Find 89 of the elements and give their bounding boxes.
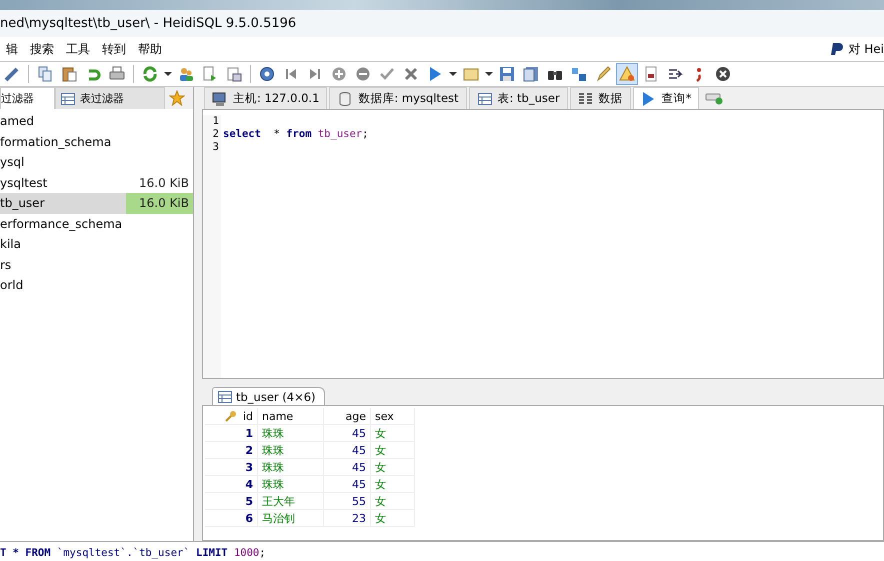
- menu-item[interactable]: 转到: [96, 40, 132, 58]
- pencil-icon: [595, 66, 611, 82]
- stop-icon: [715, 66, 731, 82]
- table-cell: 马治钊: [258, 510, 324, 526]
- table-cell: 女: [370, 442, 414, 458]
- donate-button[interactable]: 对 Hei: [826, 40, 884, 58]
- tab[interactable]: 查询*: [632, 87, 700, 109]
- menu-item[interactable]: 帮助: [132, 40, 168, 58]
- table-cell: 女: [370, 476, 414, 492]
- save-icon: [499, 66, 515, 82]
- warning-icon: [619, 66, 635, 82]
- table-cell: 45: [324, 424, 370, 442]
- table-cell: 4: [205, 476, 258, 492]
- new-tab-icon: [705, 91, 724, 105]
- tree-item[interactable]: ysql: [0, 152, 193, 172]
- code-line: select * from tb_user;: [223, 128, 370, 141]
- refresh-icon: [142, 66, 158, 82]
- data-grid-icon: [578, 90, 594, 106]
- printer-icon: [109, 66, 125, 82]
- column-header[interactable]: name: [258, 408, 324, 424]
- table-cell: 5: [205, 492, 258, 510]
- table-cell: 珠珠: [258, 424, 324, 442]
- export-icon: [202, 66, 218, 82]
- table-cell: 珠珠: [258, 458, 324, 476]
- table-cell: 23: [324, 510, 370, 526]
- tree-item[interactable]: ysqltest 16.0 KiB: [0, 172, 193, 193]
- tree-item[interactable]: rs: [0, 254, 193, 275]
- database-icon: [337, 90, 354, 106]
- sql-editor[interactable]: 1 2 3 select * from tb_user;: [202, 109, 884, 379]
- tab[interactable]: 表: tb_user: [468, 87, 568, 109]
- copy-icon: [37, 66, 53, 82]
- table-cell: 2: [205, 442, 258, 458]
- cancel-icon: [403, 66, 419, 82]
- table-cell: 3: [205, 458, 258, 476]
- tree-item[interactable]: amed: [0, 111, 193, 132]
- menu-item[interactable]: 工具: [60, 40, 96, 58]
- folder-icon: [463, 66, 479, 82]
- key-icon: [224, 410, 237, 422]
- table-cell: 45: [324, 458, 370, 476]
- users-icon: [178, 66, 194, 82]
- p-logo-icon: [830, 42, 844, 56]
- column-header[interactable]: sex: [370, 408, 414, 424]
- add-icon: [331, 66, 347, 82]
- last-record-icon: [307, 66, 323, 82]
- check-icon: [379, 66, 395, 82]
- table-cell: 珠珠: [258, 476, 324, 492]
- filter-tab[interactable]: 过滤器: [0, 87, 55, 109]
- table-icon: [60, 90, 76, 106]
- tree-item[interactable]: orld: [0, 275, 193, 296]
- tab[interactable]: 数据: [570, 87, 631, 109]
- tree-item[interactable]: formation_schema: [0, 132, 193, 152]
- tree-item[interactable]: kila: [0, 234, 193, 254]
- line-number: 3: [212, 141, 219, 154]
- sql-log-line: T * FROM `mysqltest`.`tb_user` LIMIT 1000;: [0, 546, 266, 558]
- help-icon: [259, 66, 275, 82]
- save-as-icon: [523, 66, 539, 82]
- window-title: ned\mysqltest\tb_user\ - HeidiSQL 9.5.0.5196: [0, 16, 296, 31]
- line-number: 1: [212, 115, 219, 128]
- table-cell: 45: [324, 476, 370, 492]
- menu-item[interactable]: 辑: [0, 40, 24, 58]
- paste-icon: [61, 66, 77, 82]
- table-cell: 1: [205, 424, 258, 442]
- tab[interactable]: 数据库: mysqltest: [329, 87, 467, 109]
- column-header[interactable]: id: [205, 408, 258, 424]
- table-cell: 珠珠: [258, 442, 324, 458]
- tree-item[interactable]: erformance_schema: [0, 214, 193, 234]
- line-number: 2: [212, 128, 219, 141]
- table-cell: 55: [324, 492, 370, 510]
- table-cell: 女: [370, 458, 414, 476]
- table-icon: [217, 388, 233, 404]
- table-cell: 王大年: [258, 492, 324, 510]
- table-icon: [476, 90, 493, 106]
- star-icon[interactable]: [169, 90, 185, 106]
- table-cell: 6: [205, 510, 258, 526]
- first-record-icon: [283, 66, 299, 82]
- table-cell: 女: [370, 424, 414, 442]
- table-cell: 女: [370, 510, 414, 526]
- filter-tab[interactable]: 表过滤器: [55, 87, 165, 109]
- computer-icon: [212, 90, 228, 106]
- remove-icon: [355, 66, 371, 82]
- menu-item[interactable]: 搜索: [24, 40, 60, 58]
- import-icon: [226, 66, 242, 82]
- table-cell: 45: [324, 442, 370, 458]
- tree-item[interactable]: tb_user 16.0 KiB: [0, 193, 193, 214]
- table-cell: 女: [370, 492, 414, 510]
- tab[interactable]: 主机: 127.0.0.1: [204, 87, 328, 109]
- result-tab[interactable]: tb_user (4×6): [212, 387, 325, 405]
- column-header[interactable]: age: [324, 408, 370, 424]
- play-icon: [427, 66, 443, 82]
